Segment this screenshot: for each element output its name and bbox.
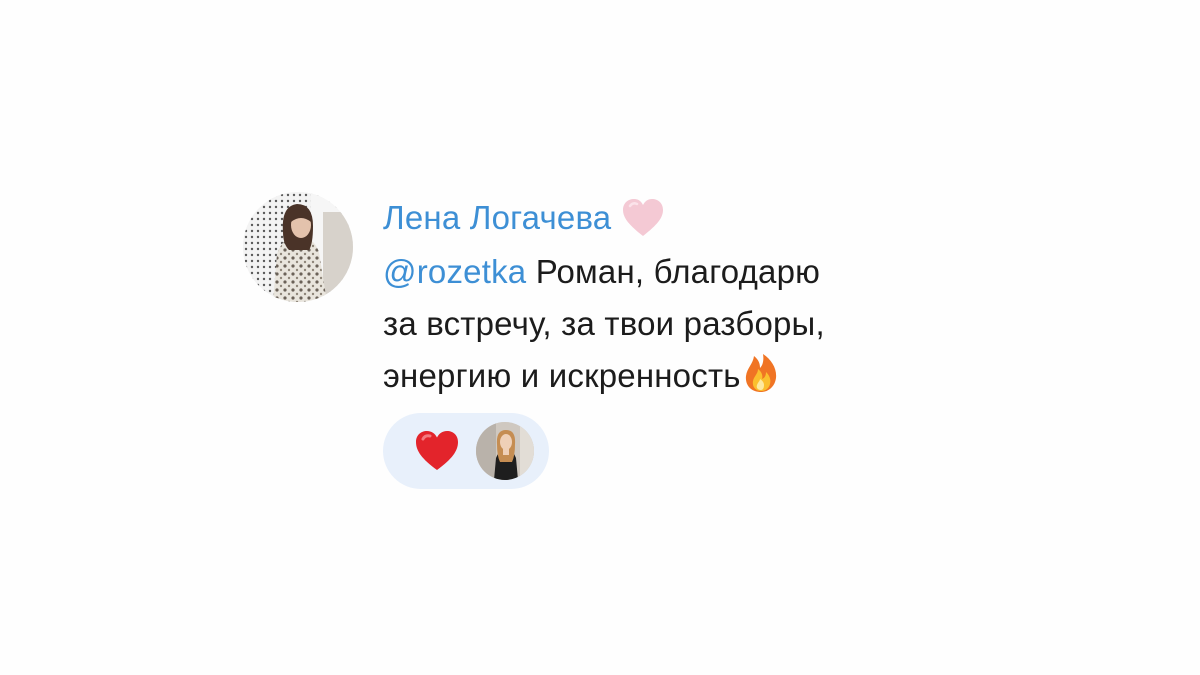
author-row: Лена Логачева [383,190,983,246]
comment-canvas: Лена Логачева @rozetka Роман, благодарю … [0,0,1200,675]
pink-heart-icon [621,198,665,238]
comment-body: Лена Логачева @rozetka Роман, благодарю … [383,190,983,402]
comment-line-1-text: Роман, благодарю [526,253,821,290]
comment-line-2: за встречу, за твои разборы, [383,305,825,342]
mention-link[interactable]: @rozetka [383,253,526,290]
comment-line-3-text: энергию и искренность [383,357,741,394]
author-name[interactable]: Лена Логачева [383,190,611,246]
comment-line-1: @rozetka Роман, благодарю [383,246,983,298]
comment-text: @rozetka Роман, благодарю за встречу, за… [383,246,983,402]
fire-icon [741,351,781,393]
red-heart-icon [414,430,460,472]
reaction-pill[interactable] [383,413,549,489]
comment-line-3: энергию и искренность [383,350,983,402]
reactor-avatar[interactable] [476,422,534,480]
author-avatar[interactable] [243,192,353,302]
